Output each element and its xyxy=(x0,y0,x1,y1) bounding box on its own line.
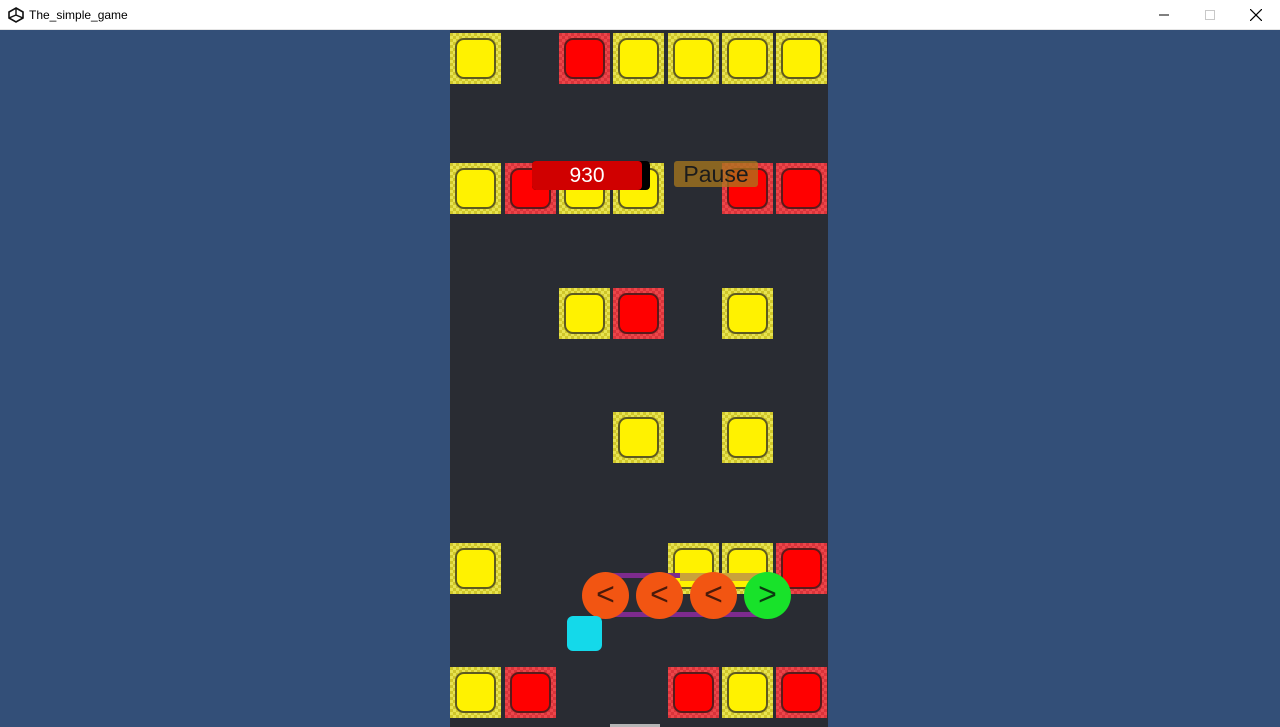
block-face xyxy=(673,672,714,713)
yellow-block xyxy=(722,412,773,463)
yellow-block xyxy=(450,163,501,214)
minimize-button[interactable] xyxy=(1141,0,1187,30)
yellow-block xyxy=(450,543,501,594)
player-block xyxy=(567,616,602,651)
block-face xyxy=(727,38,768,79)
move-left-button-3[interactable]: < xyxy=(690,572,737,619)
yellow-block xyxy=(722,33,773,84)
score-value: 930 xyxy=(569,164,605,187)
pause-button[interactable]: Pause xyxy=(674,161,758,187)
block-face xyxy=(510,672,551,713)
close-button[interactable] xyxy=(1233,0,1279,30)
block-face xyxy=(455,548,496,589)
yellow-block xyxy=(450,33,501,84)
block-face xyxy=(455,38,496,79)
close-icon xyxy=(1250,9,1262,21)
red-block xyxy=(776,163,827,214)
yellow-block xyxy=(613,33,664,84)
red-block xyxy=(668,667,719,718)
unity-icon xyxy=(8,7,24,23)
yellow-block xyxy=(559,288,610,339)
window-titlebar: The_simple_game xyxy=(0,0,1280,30)
window-title: The_simple_game xyxy=(29,8,128,22)
block-face xyxy=(564,293,605,334)
yellow-block xyxy=(668,33,719,84)
yellow-block xyxy=(776,33,827,84)
red-block xyxy=(505,667,556,718)
maximize-button[interactable] xyxy=(1187,0,1233,30)
yellow-block xyxy=(613,412,664,463)
block-face xyxy=(618,417,659,458)
block-face xyxy=(781,38,822,79)
block-face xyxy=(727,293,768,334)
minimize-icon xyxy=(1159,14,1169,16)
yellow-block xyxy=(722,288,773,339)
block-face xyxy=(727,672,768,713)
block-face xyxy=(564,38,605,79)
game-board[interactable]: < < < > 930 Pause xyxy=(450,30,828,727)
yellow-block xyxy=(450,667,501,718)
block-face xyxy=(727,417,768,458)
block-face xyxy=(781,672,822,713)
move-left-button-1[interactable]: < xyxy=(582,572,629,619)
block-face xyxy=(618,38,659,79)
yellow-block xyxy=(722,667,773,718)
move-right-button[interactable]: > xyxy=(744,572,791,619)
red-block xyxy=(776,667,827,718)
block-face xyxy=(455,672,496,713)
block-face xyxy=(618,293,659,334)
score-bar: 930 xyxy=(532,161,650,190)
block-face xyxy=(455,168,496,209)
block-face xyxy=(673,38,714,79)
red-block xyxy=(559,33,610,84)
maximize-icon xyxy=(1205,10,1215,20)
move-left-button-2[interactable]: < xyxy=(636,572,683,619)
block-face xyxy=(781,168,822,209)
red-block xyxy=(613,288,664,339)
